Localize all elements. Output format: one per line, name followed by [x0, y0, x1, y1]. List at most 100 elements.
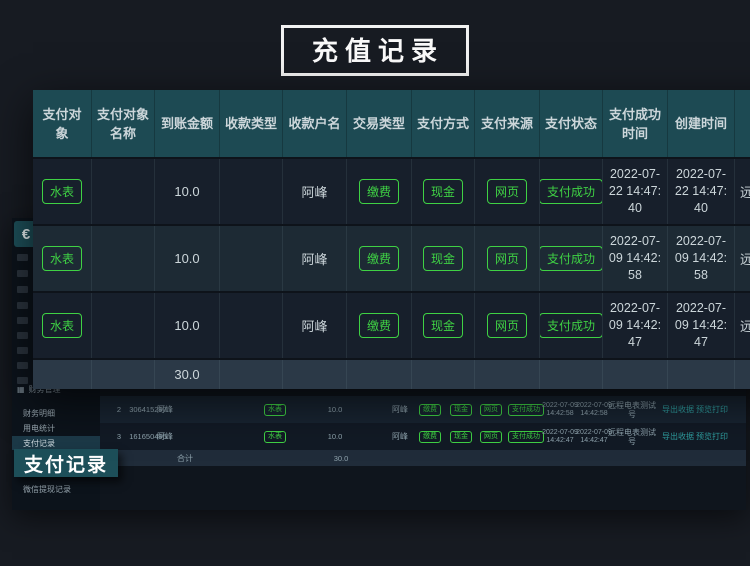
- sidebar-item-finance-detail[interactable]: 财务明细: [12, 406, 100, 420]
- success-time: 2022-07-09 14:42:58: [541, 396, 579, 423]
- sidebar-item-wechat-withdraw-records[interactable]: 微信提现记录: [12, 482, 100, 496]
- object-name-cell: [92, 159, 155, 224]
- extra-cell: 远: [735, 293, 750, 358]
- row-index: 2: [112, 396, 126, 423]
- amount-cell: 10.0: [155, 293, 220, 358]
- total-amount-cell: 30.0: [155, 360, 220, 389]
- sidebar-item-label: 支付记录: [23, 438, 55, 449]
- amount: 10.0: [174, 251, 199, 266]
- pay-status-badge: 支付成功: [506, 423, 546, 450]
- collect-type-cell: [220, 293, 283, 358]
- pay-status-badge: 支付成功: [540, 246, 603, 271]
- trade-type-badge: 缴费: [359, 313, 399, 338]
- create-time: 2022-07-09 14:42:58: [674, 233, 728, 284]
- amount-cell: 10.0: [155, 226, 220, 291]
- page-title-box: 充值记录: [281, 25, 469, 76]
- extra-text: 远: [740, 249, 750, 268]
- recharge-records-table: 支付对象 支付对象名称 到账金额 收款类型 收款户名 交易类型 支付方式 支付来…: [33, 90, 750, 389]
- pay-status-cell: 支付成功: [540, 226, 603, 291]
- sidebar-text-fragment: [17, 302, 28, 309]
- meter-badge: 水表: [42, 246, 82, 271]
- amount: 10.0: [322, 423, 348, 450]
- empty-cell: [283, 360, 347, 389]
- pay-method-cell: 现金: [412, 159, 475, 224]
- sidebar-text-fragment: [17, 362, 28, 369]
- extra-cell: 远: [735, 159, 750, 224]
- col-header-pay-source: 支付来源: [475, 90, 540, 157]
- pay-method-badge: 现金: [423, 313, 463, 338]
- empty-cell: [92, 360, 155, 389]
- table-row: 2 306415297 阿峰 水表 10.0 阿峰 缴费 现金 网页 支付成功 …: [100, 396, 746, 423]
- sidebar-text-fragment: [17, 286, 28, 293]
- empty-cell: [668, 360, 735, 389]
- create-time-cell: 2022-07-22 14:47:40: [668, 159, 735, 224]
- sidebar-text-fragment: [17, 317, 28, 324]
- account-name: 阿峰: [301, 182, 327, 201]
- col-header-collect-type: 收款类型: [220, 90, 283, 157]
- col-header-pay-method: 支付方式: [412, 90, 475, 157]
- extra-text: 远: [740, 182, 750, 201]
- success-time: 2022-07-22 14:47:40: [608, 166, 662, 217]
- create-time: 2022-07-09 14:42:47: [674, 300, 728, 351]
- pay-source-badge: 网页: [487, 246, 527, 271]
- empty-cell: [347, 360, 412, 389]
- empty-cell: [412, 360, 475, 389]
- pay-source-badge: 网页: [487, 313, 527, 338]
- pay-method-badge: 现金: [448, 396, 474, 423]
- pay-source-badge: 网页: [478, 423, 504, 450]
- sidebar-text-fragment: [17, 270, 28, 277]
- row-index: 3: [112, 423, 126, 450]
- pay-status-badge: 支付成功: [540, 313, 603, 338]
- collect-type-cell: [220, 226, 283, 291]
- pay-source-badge: 网页: [487, 179, 527, 204]
- trade-type-badge: 缴费: [417, 423, 443, 450]
- amount: 10.0: [174, 184, 199, 199]
- sidebar-text-fragment: [17, 332, 28, 339]
- col-header-pay-status: 支付状态: [540, 90, 603, 157]
- create-time: 2022-07-22 14:47:40: [674, 166, 728, 217]
- success-time: 2022-07-09 14:42:47: [541, 423, 579, 450]
- sidebar-item-label: 用电统计: [23, 423, 55, 434]
- extra-text: 远: [740, 316, 750, 335]
- pay-source-badge: 网页: [478, 396, 504, 423]
- sidebar-item-power-stats[interactable]: 用电统计: [12, 421, 100, 435]
- object-name-cell: [92, 293, 155, 358]
- create-time-cell: 2022-07-09 14:42:47: [668, 293, 735, 358]
- empty-cell: [220, 360, 283, 389]
- table-row: 水表 10.0 阿峰 缴费 现金 网页 支付成功 2022-07-09 14:4…: [33, 291, 750, 358]
- account-name: 阿峰: [387, 396, 413, 423]
- col-header-object-name: 支付对象名称: [92, 90, 155, 157]
- table-total-row: 合计 30.0: [100, 450, 746, 466]
- meter-badge: 水表: [260, 423, 290, 450]
- pay-method-badge: 现金: [423, 179, 463, 204]
- pay-object-cell: 水表: [33, 226, 92, 291]
- extra-cell: 远: [735, 226, 750, 291]
- pay-status-badge: 支付成功: [540, 179, 603, 204]
- print-preview-link[interactable]: 预览打印: [692, 396, 732, 423]
- grid-icon: ▦: [17, 385, 25, 394]
- sidebar-item-payment-records[interactable]: 支付记录: [12, 436, 100, 450]
- pay-method-badge: 现金: [423, 246, 463, 271]
- success-time: 2022-07-09 14:42:58: [608, 233, 662, 284]
- pay-status-cell: 支付成功: [540, 293, 603, 358]
- pay-source-cell: 网页: [475, 293, 540, 358]
- empty-cell: [540, 360, 603, 389]
- meter-badge: 水表: [42, 313, 82, 338]
- success-time: 2022-07-09 14:42:47: [608, 300, 662, 351]
- meter-badge: 水表: [42, 179, 82, 204]
- amount-cell: 10.0: [155, 159, 220, 224]
- table-header-row: 支付对象 支付对象名称 到账金额 收款类型 收款户名 交易类型 支付方式 支付来…: [33, 90, 750, 157]
- total-amount: 30.0: [326, 450, 356, 466]
- trade-type-cell: 缴费: [347, 159, 412, 224]
- success-time-cell: 2022-07-22 14:47:40: [603, 159, 668, 224]
- empty-cell: [735, 360, 750, 389]
- meter-badge: 水表: [260, 396, 290, 423]
- sidebar-item-label: 财务明细: [23, 408, 55, 419]
- account-name-cell: 阿峰: [283, 293, 347, 358]
- collect-type-cell: [220, 159, 283, 224]
- print-preview-link[interactable]: 预览打印: [692, 423, 732, 450]
- trade-type-cell: 缴费: [347, 226, 412, 291]
- account-name-cell: 阿峰: [283, 226, 347, 291]
- success-time-cell: 2022-07-09 14:42:58: [603, 226, 668, 291]
- total-label: 合计: [170, 450, 200, 466]
